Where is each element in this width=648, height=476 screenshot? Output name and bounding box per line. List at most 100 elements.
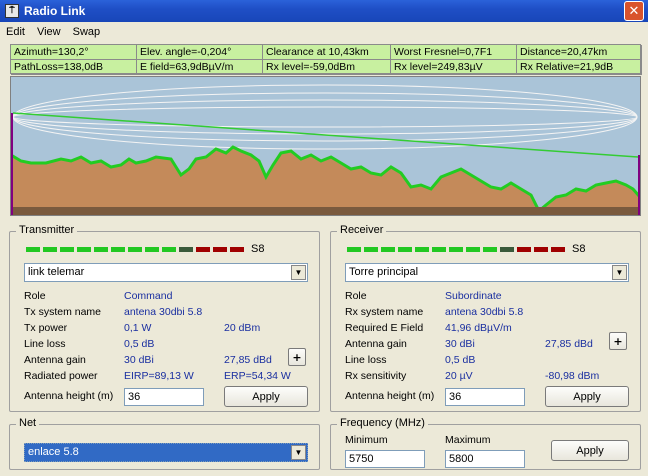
tx-antenna-height-label: Antenna height (m) xyxy=(24,390,114,402)
meter-segment-green xyxy=(128,246,142,252)
frequency-apply-button[interactable]: Apply xyxy=(551,440,629,461)
menu-view[interactable]: View xyxy=(31,26,67,38)
receiver-label: Receiver xyxy=(337,224,387,236)
tx-row-value-line-loss: 0,5 dB xyxy=(124,338,155,350)
close-icon: ✕ xyxy=(628,3,640,19)
info-rx-relative: Rx Relative=21,9dB xyxy=(517,60,642,75)
rx-row-value-sensitivity-dbm: -80,98 dBm xyxy=(545,370,600,382)
meter-segment-dark xyxy=(500,246,514,252)
plus-icon: + xyxy=(613,334,623,348)
close-button[interactable]: ✕ xyxy=(624,1,644,21)
meter-segment-green xyxy=(364,246,378,252)
meter-segment-green xyxy=(43,246,57,252)
tx-antenna-height-value: 36 xyxy=(128,391,141,403)
rx-row-value-antenna-gain-dbi: 30 dBi xyxy=(445,338,475,350)
rx-antenna-gain-plus-button[interactable]: + xyxy=(609,332,627,350)
rx-row-label-line-loss: Line loss xyxy=(345,354,387,366)
meter-segment-red xyxy=(230,246,244,252)
tx-row-value-erp: ERP=54,34 W xyxy=(224,370,291,382)
terrain-profile xyxy=(9,76,642,217)
rx-antenna-height-value: 36 xyxy=(449,391,462,403)
tx-row-value-role: Command xyxy=(124,290,173,302)
frequency-min-label: Minimum xyxy=(345,434,388,446)
receiver-panel: Receiver S8 Torre principal ▼ Role Subor… xyxy=(330,224,641,412)
rx-row-value-line-loss: 0,5 dB xyxy=(445,354,476,366)
meter-level-label: S8 xyxy=(251,243,265,255)
meter-segment-green xyxy=(94,246,108,252)
link-info-grid: Azimuth=130,2° Elev. angle=-0,204° Clear… xyxy=(10,44,642,75)
tx-apply-label: Apply xyxy=(252,390,280,403)
info-rx-level-uv: Rx level=249,83µV xyxy=(391,60,517,75)
menu-edit[interactable]: Edit xyxy=(0,26,31,38)
meter-segment-green xyxy=(26,246,40,252)
meter-segment-green xyxy=(77,246,91,252)
rx-row-label-required-e-field: Required E Field xyxy=(345,322,424,334)
info-azimuth: Azimuth=130,2° xyxy=(11,45,137,60)
net-label: Net xyxy=(16,417,40,429)
tx-row-label-antenna-gain: Antenna gain xyxy=(24,354,86,366)
rx-row-value-sensitivity-uv: 20 µV xyxy=(445,370,473,382)
tx-apply-button[interactable]: Apply xyxy=(224,386,308,407)
tx-antenna-height-input[interactable]: 36 xyxy=(124,388,204,406)
tx-row-label-role: Role xyxy=(24,290,46,302)
chevron-down-icon[interactable]: ▼ xyxy=(291,265,306,280)
tx-row-value-antenna-gain-dbi: 30 dBi xyxy=(124,354,154,366)
tx-antenna-gain-plus-button[interactable]: + xyxy=(288,348,306,366)
frequency-min-value: 5750 xyxy=(349,453,374,465)
info-e-field: E field=63,9dBµV/m xyxy=(137,60,263,75)
meter-segment-green xyxy=(398,246,412,252)
meter-segment-red xyxy=(196,246,210,252)
rx-antenna-height-input[interactable]: 36 xyxy=(445,388,525,406)
tx-row-value-eirp: EIRP=89,13 W xyxy=(124,370,194,382)
frequency-max-label: Maximum xyxy=(445,434,491,446)
meter-segment-green xyxy=(483,246,497,252)
rx-apply-label: Apply xyxy=(573,390,601,403)
meter-level-label: S8 xyxy=(572,243,586,255)
rx-row-value-antenna-gain-dbd: 27,85 dBd xyxy=(545,338,593,350)
plus-icon: + xyxy=(292,350,302,364)
info-distance: Distance=20,47km xyxy=(517,45,642,60)
window-title: Radio Link xyxy=(24,4,86,18)
frequency-min-input[interactable]: 5750 xyxy=(345,450,425,468)
frequency-apply-label: Apply xyxy=(576,444,604,457)
rx-row-value-required-e-field: 41,96 dBµV/m xyxy=(445,322,512,334)
transmitter-site-value: link telemar xyxy=(28,266,85,278)
meter-segment-green xyxy=(466,246,480,252)
transmitter-site-select[interactable]: link telemar ▼ xyxy=(24,263,308,282)
chevron-down-icon[interactable]: ▼ xyxy=(612,265,627,280)
transmitter-signal-meter: S8 xyxy=(26,243,264,255)
rx-antenna-height-label: Antenna height (m) xyxy=(345,390,435,402)
info-rx-level-dbm: Rx level=-59,0dBm xyxy=(263,60,391,75)
menu-swap[interactable]: Swap xyxy=(67,26,107,38)
tx-row-label-line-loss: Line loss xyxy=(24,338,66,350)
transmitter-panel: Transmitter S8 link telemar ▼ Role Comma… xyxy=(9,224,320,412)
frequency-panel: Frequency (MHz) Minimum Maximum 5750 580… xyxy=(330,417,641,470)
rx-row-label-antenna-gain: Antenna gain xyxy=(345,338,407,350)
net-panel: Net enlace 5.8 ▼ xyxy=(9,417,320,470)
transmitter-label: Transmitter xyxy=(16,224,78,236)
rx-apply-button[interactable]: Apply xyxy=(545,386,629,407)
rx-row-value-role: Subordinate xyxy=(445,290,502,302)
chevron-down-icon[interactable]: ▼ xyxy=(291,445,306,460)
rx-row-value-system-name: antena 30dbi 5.8 xyxy=(445,306,524,318)
tx-row-value-antenna-gain-dbd: 27,85 dBd xyxy=(224,354,272,366)
receiver-site-select[interactable]: Torre principal ▼ xyxy=(345,263,629,282)
frequency-label: Frequency (MHz) xyxy=(337,417,428,429)
frequency-max-input[interactable]: 5800 xyxy=(445,450,525,468)
radio-link-window: ⍑ Radio Link ✕ Edit View Swap Azimuth=13… xyxy=(0,0,648,476)
tx-row-label-power: Tx power xyxy=(24,322,68,334)
meter-segment-green xyxy=(381,246,395,252)
meter-segment-dark xyxy=(179,246,193,252)
app-icon: ⍑ xyxy=(5,4,19,18)
info-worst-fresnel: Worst Fresnel=0,7F1 xyxy=(391,45,517,60)
meter-segment-red xyxy=(517,246,531,252)
net-select[interactable]: enlace 5.8 ▼ xyxy=(24,443,308,462)
info-elevation-angle: Elev. angle=-0,204° xyxy=(137,45,263,60)
meter-segment-green xyxy=(145,246,159,252)
info-path-loss: PathLoss=138,0dB xyxy=(11,60,137,75)
tx-row-value-power-w: 0,1 W xyxy=(124,322,152,334)
frequency-max-value: 5800 xyxy=(449,453,474,465)
tx-row-value-system-name: antena 30dbi 5.8 xyxy=(124,306,203,318)
meter-segment-green xyxy=(415,246,429,252)
meter-segment-green xyxy=(60,246,74,252)
